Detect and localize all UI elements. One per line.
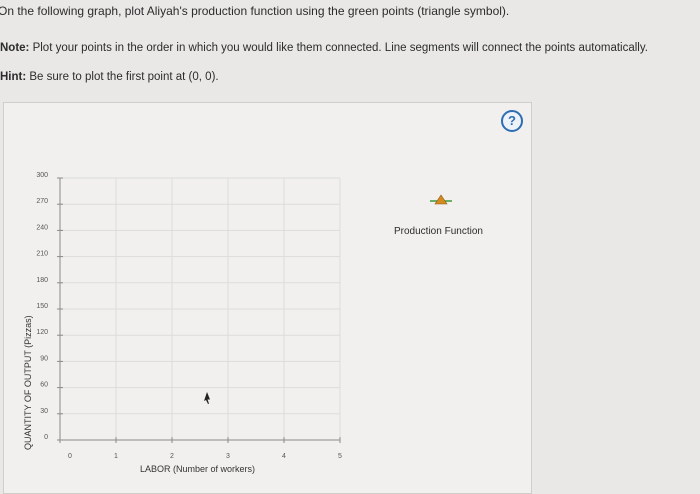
y-axis-ticks: 0 30 60 90 120 150 180 210 240 270 300: [36, 172, 63, 441]
y-tick-label: 150: [36, 303, 48, 310]
y-tick-label: 270: [36, 198, 48, 205]
help-button[interactable]: ?: [501, 110, 523, 132]
y-tick-label: 300: [36, 172, 48, 179]
x-tick-label: 2: [170, 453, 174, 460]
triangle-icon: [434, 194, 448, 205]
legend-triangle-tool[interactable]: [428, 193, 458, 212]
x-tick-label: 0: [68, 453, 72, 460]
chart-grid: [60, 177, 341, 440]
mouse-cursor-icon: [204, 392, 210, 404]
y-tick-label: 240: [36, 224, 48, 231]
y-tick-label: 30: [40, 408, 48, 415]
y-tick-label: 180: [36, 277, 48, 284]
x-tick-label: 5: [338, 453, 342, 460]
y-axis-title: QUANTITY OF OUTPUT (Pizzas): [23, 315, 33, 450]
y-tick-label: 60: [40, 382, 48, 389]
production-graph[interactable]: 0 30 60 90 120 150 180 210 240 270 300 0 1 2 3 4 5 QUAN…: [0, 0, 700, 485]
x-axis-title: LABOR (Number of workers): [140, 464, 255, 474]
y-tick-label: 0: [44, 434, 48, 441]
x-tick-label: 3: [226, 453, 230, 460]
y-tick-label: 90: [40, 355, 48, 362]
x-tick-label: 4: [282, 453, 286, 460]
x-tick-label: 1: [114, 453, 118, 460]
y-tick-label: 210: [36, 251, 48, 258]
legend-label: Production Function: [394, 226, 483, 237]
y-tick-label: 120: [36, 329, 48, 336]
